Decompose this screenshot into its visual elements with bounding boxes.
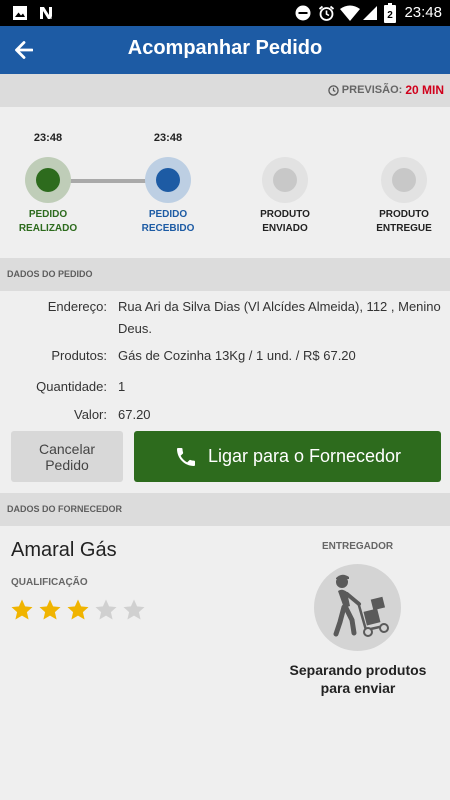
svg-text:2: 2: [387, 10, 393, 21]
rating-label: QUALIFICAÇÃO: [11, 577, 88, 588]
alarm-icon: [318, 5, 335, 21]
step-label: PEDIDO REALIZADO: [18, 209, 78, 234]
step-label: PEDIDO RECEBIDO: [141, 209, 195, 234]
star-icon: [39, 599, 61, 620]
battery-icon: 2: [384, 3, 396, 23]
products-label: Produtos:: [51, 348, 107, 363]
step-dot: [156, 168, 180, 192]
n-icon: [40, 7, 52, 19]
deliverer-label: ENTREGADOR: [322, 541, 394, 552]
step-ring: [25, 157, 71, 203]
status-time: 23:48: [404, 4, 442, 21]
section-header-order: DADOS DO PEDIDO: [0, 258, 450, 291]
star-icon: [67, 599, 89, 620]
step-ring: [262, 157, 308, 203]
star-icon: [95, 599, 117, 620]
step-label: PRODUTO ENTREGUE: [376, 209, 432, 234]
address-value: Rua Ari da Silva Dias (Vl Alcídes Almeid…: [118, 299, 441, 336]
clock-icon: [328, 84, 339, 96]
deliverer-avatar: [314, 564, 401, 651]
address-label: Endereço:: [47, 299, 107, 314]
eta-value: 20 MIN: [405, 83, 444, 97]
quantity-value: 1: [118, 379, 126, 394]
rating-stars: [10, 598, 146, 622]
products-value: Gás de Cozinha 13Kg / 1 und. / R$ 67.20: [118, 348, 356, 363]
dnd-icon: [295, 5, 311, 21]
eta-label: PREVISÃO:: [341, 84, 403, 96]
star-icon: [123, 599, 145, 620]
step-dot: [36, 168, 60, 192]
step-dot: [392, 168, 416, 192]
cancel-order-button[interactable]: Cancelar Pedido: [11, 431, 123, 482]
value-label: Valor:: [74, 407, 107, 422]
step-dot: [273, 168, 297, 192]
step-ring: [381, 157, 427, 203]
quantity-label: Quantidade:: [36, 379, 107, 394]
wifi-icon: [340, 5, 360, 21]
step-ring: [145, 157, 191, 203]
image-icon: [13, 6, 27, 20]
step-label: PRODUTO ENVIADO: [260, 209, 310, 234]
supplier-name: Amaral Gás: [11, 539, 117, 561]
app-bar: Acompanhar Pedido: [0, 26, 450, 74]
cancel-order-label: Cancelar Pedido: [38, 440, 96, 473]
step-time: 23:48: [153, 132, 183, 144]
phone-icon: [176, 447, 195, 466]
call-supplier-button[interactable]: Ligar para o Fornecedor: [134, 431, 441, 482]
order-timeline: 23:48 PEDIDO REALIZADO 23:48 PEDIDO RECEBI…: [0, 107, 450, 257]
eta-bar: PREVISÃO: 20 MIN: [0, 74, 450, 107]
value-value: 67.20: [118, 407, 151, 422]
step-time: 23:48: [33, 132, 63, 144]
delivery-person-icon: [333, 574, 389, 637]
section-header-supplier: DADOS DO FORNECEDOR: [0, 493, 450, 526]
star-icon: [11, 599, 33, 620]
call-supplier-label: Ligar para o Fornecedor: [207, 446, 402, 466]
signal-icon: [363, 6, 377, 20]
status-bar: 2 23:48: [0, 0, 450, 26]
eta-indicator: PREVISÃO: 20 MIN: [328, 83, 444, 97]
deliverer-status: Separando produtos para enviar: [289, 662, 427, 696]
page-title: Acompanhar Pedido: [127, 37, 323, 59]
